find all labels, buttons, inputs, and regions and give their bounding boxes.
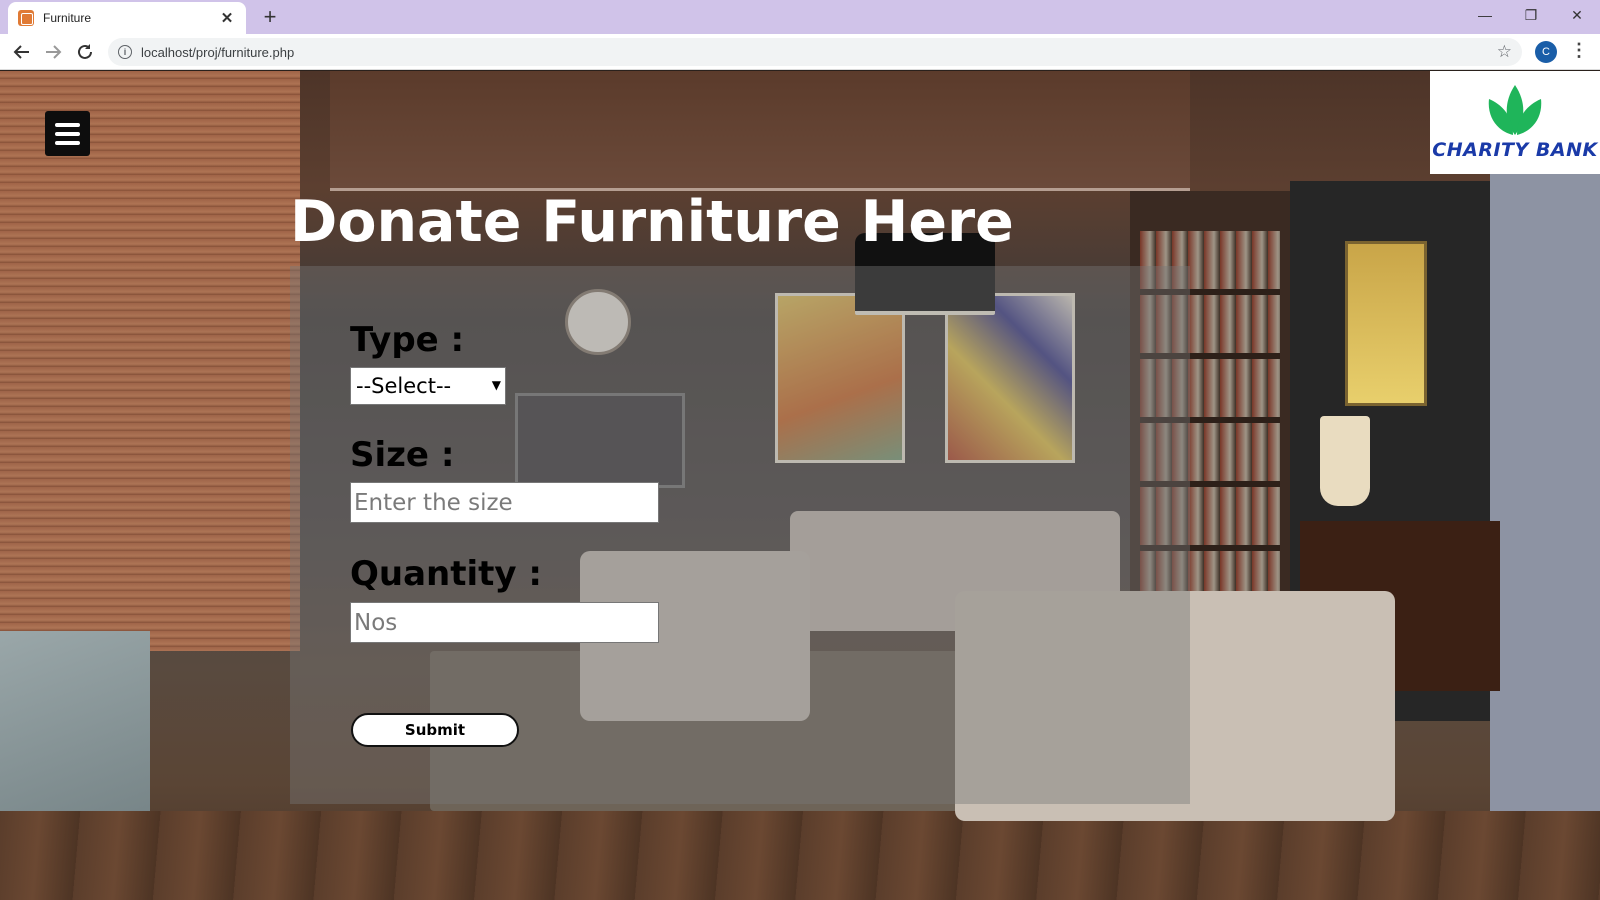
hamburger-menu-button[interactable] bbox=[45, 111, 90, 156]
logo-text: CHARITY BANK bbox=[1432, 139, 1598, 161]
portrait-decor bbox=[1345, 241, 1427, 406]
type-label: Type : bbox=[350, 320, 465, 360]
floor-decor bbox=[0, 811, 1600, 900]
arrow-right-icon bbox=[46, 45, 62, 59]
menu-bar-icon bbox=[55, 131, 80, 136]
leaves-icon bbox=[1488, 85, 1542, 135]
type-select[interactable]: --Select-- ▼ bbox=[350, 367, 506, 405]
window-controls: — ❐ ✕ bbox=[1462, 0, 1600, 30]
tab-title: Furniture bbox=[43, 11, 92, 25]
size-label: Size : bbox=[350, 435, 455, 475]
back-button[interactable] bbox=[9, 39, 35, 65]
ceiling-decor bbox=[330, 71, 1190, 191]
window-blinds-decor bbox=[0, 71, 300, 651]
reload-icon bbox=[78, 44, 92, 59]
url-text[interactable]: localhost/proj/furniture.php bbox=[141, 45, 1497, 60]
new-tab-button[interactable]: + bbox=[258, 4, 282, 30]
tab-close-icon[interactable]: ✕ bbox=[218, 9, 236, 27]
quantity-input[interactable] bbox=[350, 602, 659, 643]
browser-titlebar: Furniture ✕ + — ❐ ✕ bbox=[0, 0, 1600, 34]
address-bar[interactable]: i localhost/proj/furniture.php ☆ bbox=[108, 38, 1522, 66]
lamp-decor bbox=[1320, 416, 1370, 506]
browser-tab[interactable]: Furniture ✕ bbox=[8, 2, 246, 34]
menu-bar-icon bbox=[55, 122, 80, 127]
chevron-down-icon: ▼ bbox=[491, 378, 501, 392]
menu-bar-icon bbox=[55, 140, 80, 145]
profile-avatar[interactable]: C bbox=[1535, 41, 1557, 63]
close-window-button[interactable]: ✕ bbox=[1554, 0, 1600, 30]
browser-menu-icon[interactable]: ⋮ bbox=[1570, 40, 1588, 61]
bookmark-star-icon[interactable]: ☆ bbox=[1497, 42, 1512, 62]
type-select-value: --Select-- bbox=[356, 374, 452, 398]
forward-button[interactable] bbox=[40, 39, 66, 65]
page-title: Donate Furniture Here bbox=[290, 189, 1014, 255]
info-icon[interactable]: i bbox=[118, 45, 132, 59]
browser-toolbar: i localhost/proj/furniture.php ☆ C ⋮ bbox=[0, 34, 1600, 70]
quantity-label: Quantity : bbox=[350, 554, 543, 594]
size-input[interactable] bbox=[350, 482, 659, 523]
restore-button[interactable]: ❐ bbox=[1508, 0, 1554, 30]
site-favicon-icon bbox=[18, 10, 34, 26]
reload-button[interactable] bbox=[72, 39, 98, 65]
page-background: CHARITY BANK Donate Furniture Here Type … bbox=[0, 71, 1600, 900]
submit-button[interactable]: Submit bbox=[351, 713, 519, 747]
wall-decor bbox=[1490, 171, 1600, 871]
minimize-button[interactable]: — bbox=[1462, 0, 1508, 30]
arrow-left-icon bbox=[13, 45, 29, 59]
charity-bank-logo[interactable]: CHARITY BANK bbox=[1430, 71, 1600, 174]
